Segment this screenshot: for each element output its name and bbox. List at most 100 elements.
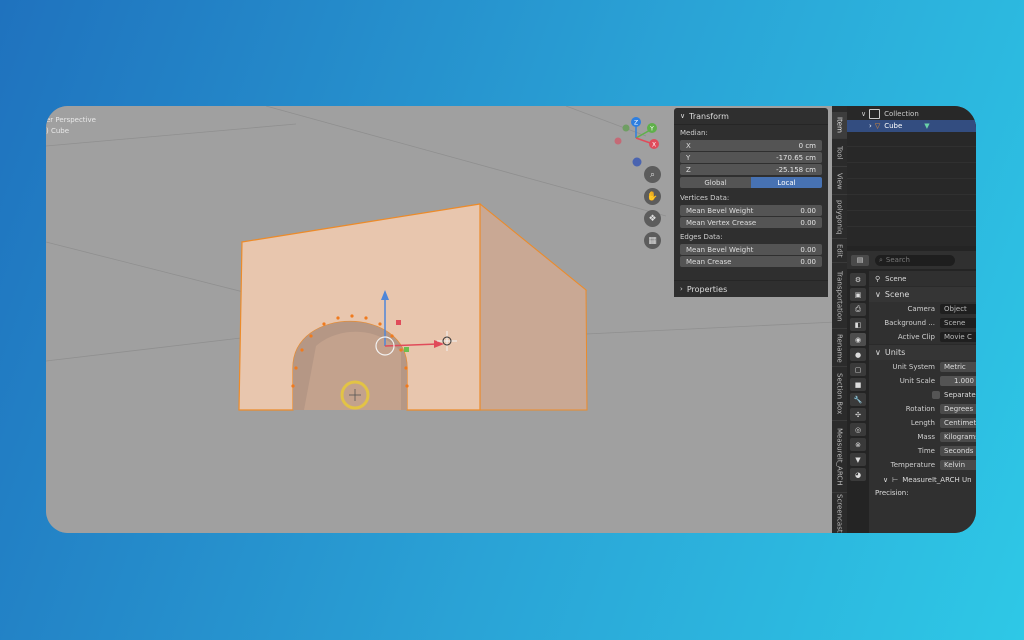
vertices-data-label: Vertices Data: <box>680 194 730 202</box>
tab-measureit-arch[interactable]: MeasureIt_ARCH <box>832 422 847 493</box>
median-z-field[interactable]: Z -25.158 cm <box>680 164 822 175</box>
tab-screencast[interactable]: Screencast <box>832 494 847 533</box>
tab-polygoniq[interactable]: polygoniq <box>832 196 847 239</box>
cube-right-face[interactable] <box>479 202 588 411</box>
camera-field[interactable]: Object <box>940 304 976 314</box>
rotation-dropdown[interactable]: Degrees <box>940 404 976 414</box>
chevron-right-icon: › <box>869 122 872 130</box>
object-tab-icon[interactable]: ■ <box>850 378 866 391</box>
active-clip-field[interactable]: Movie C <box>940 332 976 342</box>
length-dropdown[interactable]: Centimeter <box>940 418 976 428</box>
unit-scale-field[interactable]: 1.000 <box>940 376 976 386</box>
tab-transportation[interactable]: Transportation <box>832 264 847 329</box>
measureit-units-subpanel[interactable]: ∨ ⊢ MeasureIt_ARCH Un <box>869 472 976 487</box>
edge-bevel-weight-field[interactable]: Mean Bevel Weight 0.00 <box>680 244 822 255</box>
zoom-icon[interactable]: ⌕ <box>644 166 661 183</box>
particles-tab-icon[interactable]: ✣ <box>850 408 866 421</box>
precision-label: Precision: <box>875 489 909 497</box>
camera-label: Camera <box>907 305 935 313</box>
edge-crease-field[interactable]: Mean Crease 0.00 <box>680 256 822 267</box>
unit-system-dropdown[interactable]: Metric <box>940 362 976 372</box>
chevron-right-icon: › <box>680 285 683 293</box>
output-tab-icon[interactable]: ⎙ <box>850 303 866 316</box>
properties-toolbar: ▤ ⌕ Search <box>847 251 976 269</box>
properties-tabs: ⚙ ▣ ⎙ ◧ ◉ ● ▢ ■ 🔧 ✣ ◎ ⊗ ▼ ◕ <box>847 271 869 533</box>
blender-window: Z Y X er Perspective ) Cube ⌕ ✋ ❖ ▦ ∨ Tra… <box>46 106 976 533</box>
ruler-icon: ⊢ <box>892 475 899 484</box>
chevron-down-icon: ∨ <box>875 348 881 357</box>
collection-tab-icon[interactable]: ▢ <box>850 363 866 376</box>
transform-header[interactable]: ∨ Transform <box>674 108 828 125</box>
median-x-field[interactable]: X0 cm <box>680 140 822 151</box>
mass-label: Mass <box>917 433 935 441</box>
hand-pan-icon[interactable]: ✋ <box>644 188 661 205</box>
temperature-label: Temperature <box>890 461 935 469</box>
chevron-down-icon: ∨ <box>875 290 881 299</box>
mass-dropdown[interactable]: Kilograms <box>940 432 976 442</box>
cube-label: Cube <box>884 122 903 130</box>
median-label: Median: <box>680 129 708 137</box>
3d-viewport[interactable]: Z Y X er Perspective ) Cube ⌕ ✋ ❖ ▦ ∨ Tra… <box>46 106 836 533</box>
scene-icon: ⚲ <box>875 274 881 283</box>
global-button[interactable]: Global <box>680 177 751 188</box>
local-button[interactable]: Local <box>751 177 822 188</box>
constraints-tab-icon[interactable]: ⊗ <box>850 438 866 451</box>
navigation-gizmo[interactable]: Z Y X <box>614 117 660 167</box>
outliner-collection-row[interactable]: ∨ Collection <box>847 108 976 120</box>
background-field[interactable]: Scene <box>940 318 976 328</box>
physics-tab-icon[interactable]: ◎ <box>850 423 866 436</box>
vertex-bevel-weight-field[interactable]: Mean Bevel Weight 0.00 <box>680 205 822 216</box>
background-label: Background ... <box>884 319 935 327</box>
separate-units-checkbox[interactable]: Separate <box>869 388 976 402</box>
viewport-tools: ⌕ ✋ ❖ ▦ <box>644 166 661 249</box>
collection-label: Collection <box>884 110 919 118</box>
properties-search-input[interactable]: ⌕ Search <box>875 254 955 266</box>
view-perspective-label: er Perspective <box>46 116 96 124</box>
render-tab-icon[interactable]: ▣ <box>850 288 866 301</box>
scene-tab-icon[interactable]: ◉ <box>850 333 866 346</box>
vertex-crease-field[interactable]: Mean Vertex Crease 0.00 <box>680 217 822 228</box>
scene-properties: ⚲ Scene ∨ Scene Camera Object Background ..… <box>869 271 976 533</box>
sidebar-tabs: Item Tool View polygoniq Edit Transporta… <box>832 106 847 533</box>
mesh-object-icon: ▽ <box>874 122 881 130</box>
space-toggle: Global Local <box>680 177 822 188</box>
chevron-down-icon: ∨ <box>680 112 686 120</box>
units-section-header[interactable]: ∨ Units <box>869 344 976 360</box>
data-tab-icon[interactable]: ▼ <box>850 453 866 466</box>
gizmo-y-label: Y <box>649 126 654 133</box>
search-icon: ⌕ <box>879 255 883 264</box>
transform-panel: ∨ Transform Median: X0 cm Y -170.65 cm Z -2… <box>674 108 828 297</box>
gizmo-x-label: X <box>652 142 656 149</box>
mesh-data-icon: ▼ <box>924 122 930 130</box>
scene-title-row: ⚲ Scene <box>875 274 907 283</box>
chevron-down-icon: ∨ <box>861 110 867 118</box>
median-y-field[interactable]: Y -170.65 cm <box>680 152 822 163</box>
editor-type-button[interactable]: ▤ <box>851 254 869 266</box>
edges-data-label: Edges Data: <box>680 233 723 241</box>
camera-view-icon[interactable]: ❖ <box>644 210 661 227</box>
tab-rename[interactable]: Rename <box>832 330 847 367</box>
unit-system-label: Unit System <box>892 363 935 371</box>
tab-view[interactable]: View <box>832 168 847 195</box>
tab-section-box[interactable]: Section Box <box>832 368 847 421</box>
grid-perspective-icon[interactable]: ▦ <box>644 232 661 249</box>
right-editors: ∨ Collection › ▽ Cube ▼ ▤ ⌕ Search ⚙ ▣ ⎙… <box>847 106 976 533</box>
tool-tab-icon[interactable]: ⚙ <box>850 273 866 286</box>
transform-title: Transform <box>689 111 729 121</box>
material-tab-icon[interactable]: ◕ <box>850 468 866 481</box>
world-tab-icon[interactable]: ● <box>850 348 866 361</box>
active-clip-label: Active Clip <box>897 333 935 341</box>
view-layer-tab-icon[interactable]: ◧ <box>850 318 866 331</box>
outliner-cube-row[interactable]: › ▽ Cube ▼ <box>847 120 976 132</box>
scene-section-header[interactable]: ∨ Scene <box>869 286 976 302</box>
modifier-tab-icon[interactable]: 🔧 <box>850 393 866 406</box>
temperature-dropdown[interactable]: Kelvin <box>940 460 976 470</box>
rotation-label: Rotation <box>905 405 935 413</box>
properties-header[interactable]: › Properties <box>674 280 828 297</box>
chevron-down-icon: ∨ <box>883 475 889 484</box>
tab-tool[interactable]: Tool <box>832 140 847 167</box>
tab-edit[interactable]: Edit <box>832 240 847 263</box>
tab-item[interactable]: Item <box>832 112 847 139</box>
time-dropdown[interactable]: Seconds <box>940 446 976 456</box>
collection-icon <box>869 109 881 119</box>
